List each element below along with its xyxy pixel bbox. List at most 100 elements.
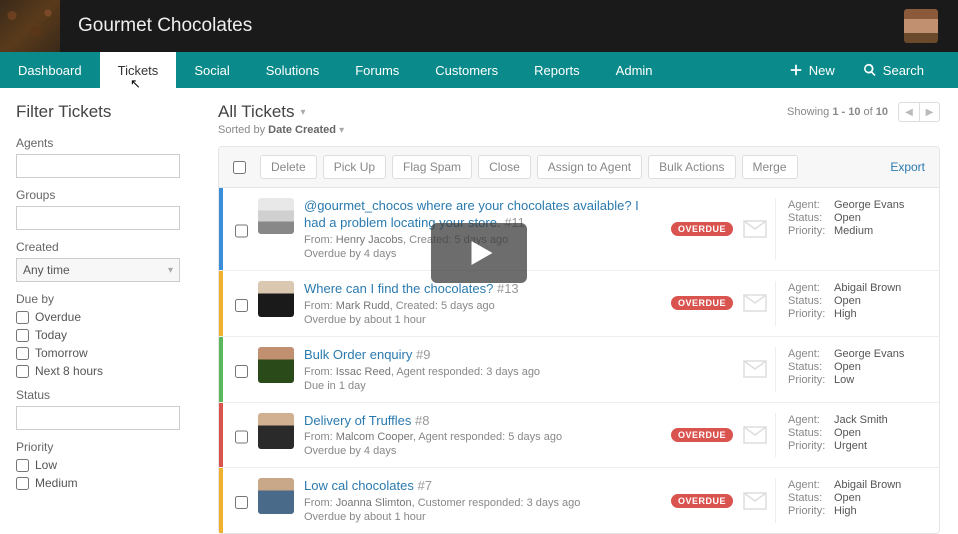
created-select[interactable]: Any time ▾	[16, 258, 180, 282]
nav-admin[interactable]: Admin	[598, 52, 671, 88]
ticket-due: Overdue by about 1 hour	[304, 314, 663, 326]
ticket-meta: From: Issac Reed, Agent responded: 3 day…	[304, 366, 735, 378]
dueby-tomorrow[interactable]: Tomorrow	[16, 346, 184, 360]
priority-stripe	[219, 468, 223, 533]
filter-title: Filter Tickets	[16, 102, 184, 122]
nav-dashboard[interactable]: Dashboard	[0, 52, 100, 88]
ticket-props: Agent:George Evans Status:Open Priority:…	[775, 347, 925, 392]
ticket-title-link[interactable]: Delivery of Truffles #8	[304, 413, 663, 430]
ticket-props: Agent:Jack Smith Status:Open Priority:Ur…	[775, 413, 925, 458]
requester-avatar	[258, 198, 294, 234]
bulk-button[interactable]: Bulk Actions	[648, 155, 735, 179]
ticket-meta: From: Malcom Cooper, Agent responded: 5 …	[304, 431, 663, 443]
chevron-down-icon: ▾	[339, 125, 344, 136]
select-all-checkbox[interactable]	[233, 161, 246, 174]
pickup-button[interactable]: Pick Up	[323, 155, 386, 179]
nav-customers[interactable]: Customers	[417, 52, 516, 88]
requester-avatar	[258, 281, 294, 317]
envelope-icon	[743, 360, 767, 378]
ticket-number: #13	[497, 281, 519, 296]
row-mid	[735, 347, 775, 392]
requester-avatar	[258, 413, 294, 449]
delete-button[interactable]: Delete	[260, 155, 317, 179]
status-input[interactable]	[16, 406, 180, 430]
row-checkbox[interactable]	[235, 351, 248, 392]
ticket-row[interactable]: Low cal chocolates #7 From: Joanna Slimt…	[219, 468, 939, 533]
ticket-row[interactable]: Delivery of Truffles #8 From: Malcom Coo…	[219, 403, 939, 469]
envelope-icon	[743, 294, 767, 312]
cursor-indicator: ↖	[130, 76, 141, 92]
flagspam-button[interactable]: Flag Spam	[392, 155, 472, 179]
brand-image	[0, 0, 60, 52]
overdue-badge: OVERDUE	[671, 296, 733, 310]
ticket-title-link[interactable]: Bulk Order enquiry #9	[304, 347, 735, 364]
ticket-due: Due in 1 day	[304, 380, 735, 392]
dueby-next8[interactable]: Next 8 hours	[16, 364, 184, 378]
ticket-toolbar: Delete Pick Up Flag Spam Close Assign to…	[219, 147, 939, 188]
priority-stripe	[219, 403, 223, 468]
main-nav: Dashboard Tickets Social Solutions Forum…	[0, 52, 958, 88]
view-title[interactable]: All Tickets ▾	[218, 102, 344, 122]
ticket-title-link[interactable]: Where can I find the chocolates? #13	[304, 281, 663, 298]
app-header: Gourmet Chocolates	[0, 0, 958, 52]
row-checkbox[interactable]	[235, 285, 248, 326]
sort-indicator[interactable]: Sorted by Date Created ▾	[218, 124, 344, 136]
search-button-label: Search	[883, 63, 924, 78]
agents-input[interactable]	[16, 154, 180, 178]
ticket-props: Agent:George Evans Status:Open Priority:…	[775, 198, 925, 260]
play-icon	[461, 235, 497, 271]
ticket-title-link[interactable]: Low cal chocolates #7	[304, 478, 663, 495]
ticket-number: #8	[415, 413, 429, 428]
ticket-row[interactable]: Bulk Order enquiry #9 From: Issac Reed, …	[219, 337, 939, 403]
new-button-label: New	[809, 63, 835, 78]
nav-solutions[interactable]: Solutions	[248, 52, 337, 88]
ticket-due: Overdue by about 1 hour	[304, 511, 663, 523]
search-button[interactable]: Search	[849, 52, 938, 88]
nav-social[interactable]: Social	[176, 52, 247, 88]
user-avatar[interactable]	[904, 9, 938, 43]
ticket-props: Agent:Abigail Brown Status:Open Priority…	[775, 478, 925, 523]
nav-forums[interactable]: Forums	[337, 52, 417, 88]
envelope-icon	[743, 426, 767, 444]
plus-icon	[789, 63, 803, 77]
video-play-button[interactable]	[431, 223, 527, 283]
pager-text: Showing 1 - 10 of 10	[787, 106, 888, 118]
priority-low-checkbox[interactable]	[16, 459, 29, 472]
dueby-today[interactable]: Today	[16, 328, 184, 342]
priority-medium[interactable]: Medium	[16, 476, 184, 490]
row-checkbox[interactable]	[235, 482, 248, 523]
dueby-overdue[interactable]: Overdue	[16, 310, 184, 324]
ticket-number: #7	[417, 478, 431, 493]
created-select-value: Any time	[23, 263, 70, 277]
new-button[interactable]: New	[775, 52, 849, 88]
priority-low[interactable]: Low	[16, 458, 184, 472]
priority-medium-checkbox[interactable]	[16, 477, 29, 490]
dueby-overdue-checkbox[interactable]	[16, 311, 29, 324]
row-checkbox[interactable]	[235, 202, 248, 260]
main-content: All Tickets ▾ Sorted by Date Created ▾ S…	[200, 88, 958, 505]
nav-reports[interactable]: Reports	[516, 52, 598, 88]
export-link[interactable]: Export	[890, 160, 925, 174]
priority-stripe	[219, 271, 223, 336]
assign-button[interactable]: Assign to Agent	[537, 155, 642, 179]
pager-prev[interactable]: ◀	[899, 103, 919, 121]
close-button[interactable]: Close	[478, 155, 531, 179]
ticket-row[interactable]: Where can I find the chocolates? #13 Fro…	[219, 271, 939, 337]
ticket-props: Agent:Abigail Brown Status:Open Priority…	[775, 281, 925, 326]
dueby-next8-checkbox[interactable]	[16, 365, 29, 378]
overdue-badge: OVERDUE	[671, 494, 733, 508]
dueby-tomorrow-checkbox[interactable]	[16, 347, 29, 360]
filter-sidebar: Filter Tickets Agents Groups Created Any…	[0, 88, 200, 505]
groups-input[interactable]	[16, 206, 180, 230]
row-mid: OVERDUE	[663, 281, 775, 326]
ticket-panel: Delete Pick Up Flag Spam Close Assign to…	[218, 146, 940, 534]
ticket-row[interactable]: @gourmet_chocos where are your chocolate…	[219, 188, 939, 271]
merge-button[interactable]: Merge	[742, 155, 798, 179]
pager-next[interactable]: ▶	[919, 103, 939, 121]
overdue-badge: OVERDUE	[671, 428, 733, 442]
envelope-icon	[743, 492, 767, 510]
created-label: Created	[16, 240, 184, 254]
dueby-today-checkbox[interactable]	[16, 329, 29, 342]
priority-stripe	[219, 188, 223, 270]
row-checkbox[interactable]	[235, 417, 248, 458]
